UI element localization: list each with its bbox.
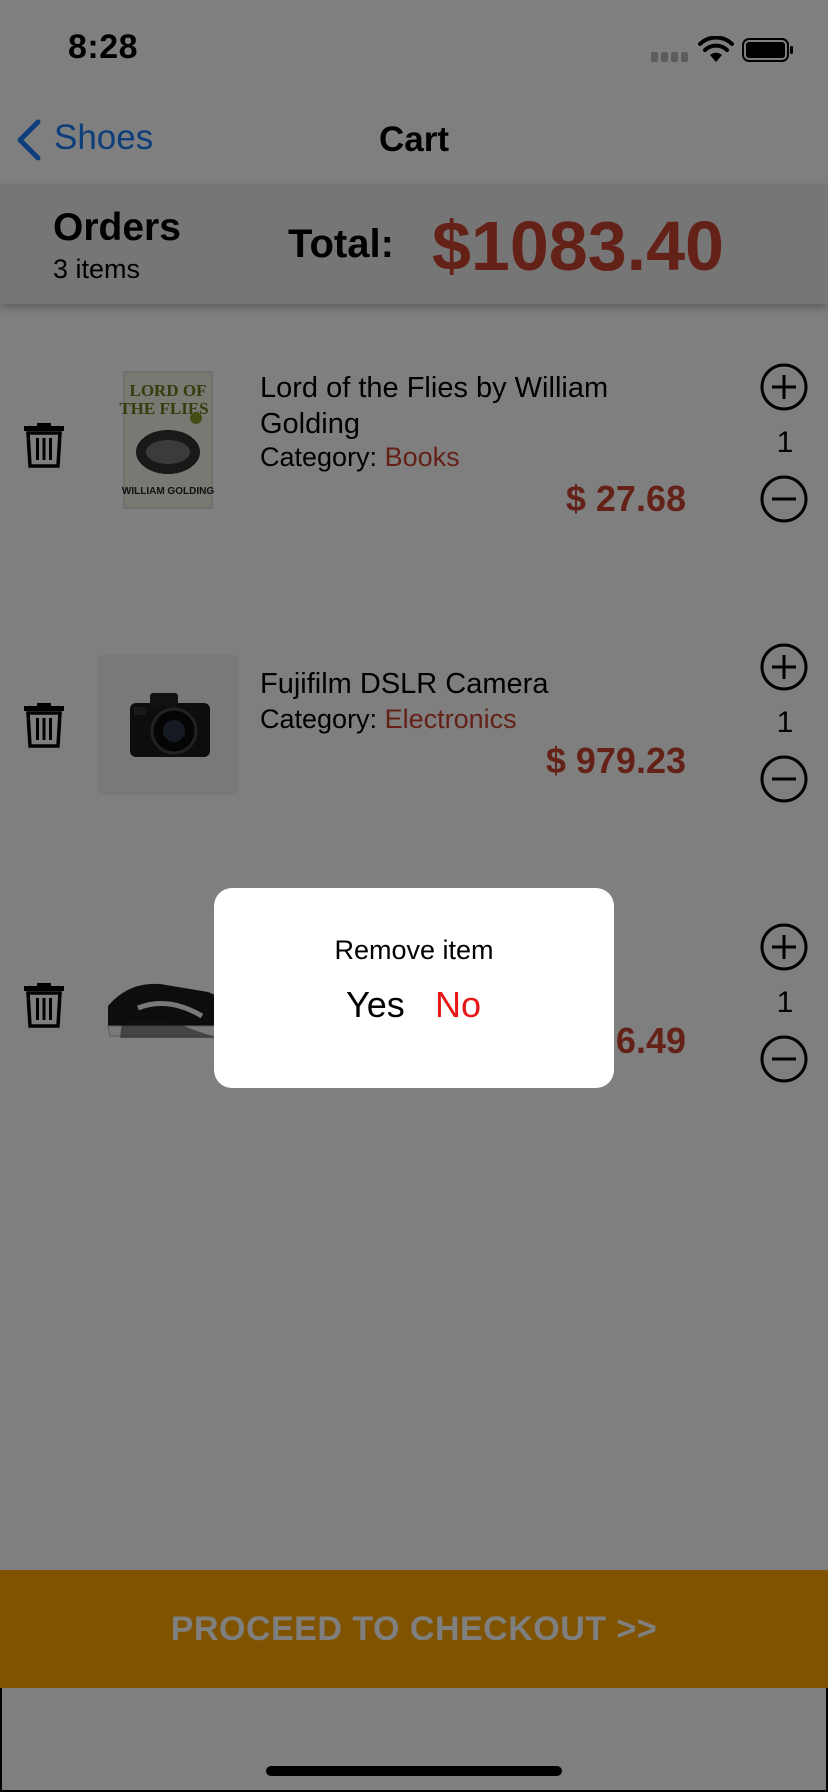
yes-button[interactable]: Yes xyxy=(346,984,405,1026)
home-indicator[interactable] xyxy=(266,1766,562,1776)
no-button[interactable]: No xyxy=(435,984,481,1026)
dialog-message: Remove item xyxy=(334,935,494,965)
remove-item-dialog xyxy=(214,888,614,1088)
